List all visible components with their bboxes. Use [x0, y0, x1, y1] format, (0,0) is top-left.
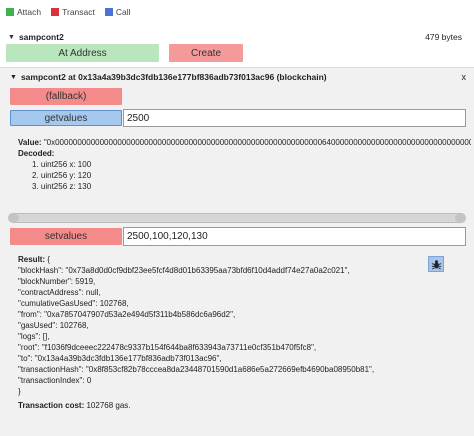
result-line: "from": "0xa7857047907d53a2e494d5f311b4b…	[18, 310, 236, 319]
result-line: "gasUsed": 102768,	[18, 321, 89, 330]
legend: Attach Transact Call	[6, 7, 131, 17]
result-line: "cumulativeGasUsed": 102768,	[18, 299, 129, 308]
debug-button[interactable]	[428, 256, 444, 272]
caret-down-icon[interactable]: ▼	[10, 74, 17, 81]
value-line: Value: "0x000000000000000000000000000000…	[18, 137, 471, 148]
getvalues-input[interactable]: 2500	[123, 109, 466, 127]
fallback-button[interactable]: (fallback)	[10, 88, 122, 105]
instance-title: sampcont2 at 0x13a4a39b3dc3fdb136e177bf8…	[20, 72, 327, 82]
transaction-cost-label: Transaction cost:	[18, 401, 85, 410]
contract-size: 479 bytes	[425, 32, 462, 42]
result-label: Result:	[18, 255, 46, 264]
result-line: "transactionIndex": 0	[18, 376, 92, 385]
value-label: Value:	[18, 138, 42, 147]
result-close-brace: }	[18, 387, 21, 396]
scroll-right-handle[interactable]	[455, 214, 465, 222]
setvalues-input[interactable]: 2500,100,120,130	[123, 227, 466, 246]
decoded-label: Decoded:	[18, 149, 55, 158]
scroll-left-handle[interactable]	[9, 214, 19, 222]
call-swatch	[104, 8, 113, 16]
caret-down-icon[interactable]: ▼	[8, 34, 15, 41]
create-button[interactable]: Create	[169, 44, 243, 62]
result-line: "contractAddress": null,	[18, 288, 101, 297]
decoded-item: 3. uint256 z: 130	[32, 182, 92, 191]
contract-name: sampcont2	[18, 32, 64, 42]
result-line: "transactionHash": "0x8f853cf82b78cccea8…	[18, 365, 375, 374]
legend-call: Call	[104, 7, 131, 17]
legend-transact: Transact	[51, 7, 95, 17]
legend-call-label: Call	[115, 7, 131, 17]
attach-swatch	[6, 8, 14, 16]
getvalues-output: Value: "0x000000000000000000000000000000…	[18, 137, 471, 192]
decoded-item: 2. uint256 y: 120	[32, 171, 92, 180]
setvalues-button[interactable]: setvalues	[10, 228, 122, 245]
result-line: "to": "0x13a4a39b3dc3fdb136e177bf836adb7…	[18, 354, 222, 363]
contract-header[interactable]: ▼ sampcont2 479 bytes	[8, 30, 466, 44]
getvalues-button[interactable]: getvalues	[10, 110, 122, 126]
result-open-brace: {	[47, 255, 51, 264]
legend-attach: Attach	[6, 7, 41, 17]
result-line: "logs": [],	[18, 332, 50, 341]
horizontal-scrollbar[interactable]	[8, 213, 466, 223]
transact-swatch	[51, 8, 60, 16]
legend-transact-label: Transact	[62, 7, 95, 17]
value-text: "0x0000000000000000000000000000000000000…	[43, 138, 471, 147]
legend-attach-label: Attach	[17, 7, 42, 17]
decoded-list: 1. uint256 x: 100 2. uint256 y: 120 3. u…	[18, 159, 471, 192]
result-line: "blockHash": "0x73a8d0d0cf9dbf23ee5fcf4d…	[18, 266, 350, 275]
result-line: "root": "f1036f9dceeec222478c9337b154f64…	[18, 343, 317, 352]
bug-icon	[431, 259, 441, 269]
transaction-cost: Transaction cost: 102768 gas.	[18, 400, 374, 411]
instance-header[interactable]: ▼ sampcont2 at 0x13a4a39b3dc3fdb136e177b…	[10, 70, 466, 84]
close-icon[interactable]: x	[462, 72, 467, 82]
at-address-button[interactable]: At Address	[6, 44, 159, 62]
setvalues-output: Result: { "blockHash": "0x73a8d0d0cf9dbf…	[18, 254, 374, 411]
result-line: "blockNumber": 5919,	[18, 277, 96, 286]
transaction-cost-value: 102768 gas.	[86, 401, 131, 410]
decoded-item: 1. uint256 x: 100	[32, 160, 92, 169]
